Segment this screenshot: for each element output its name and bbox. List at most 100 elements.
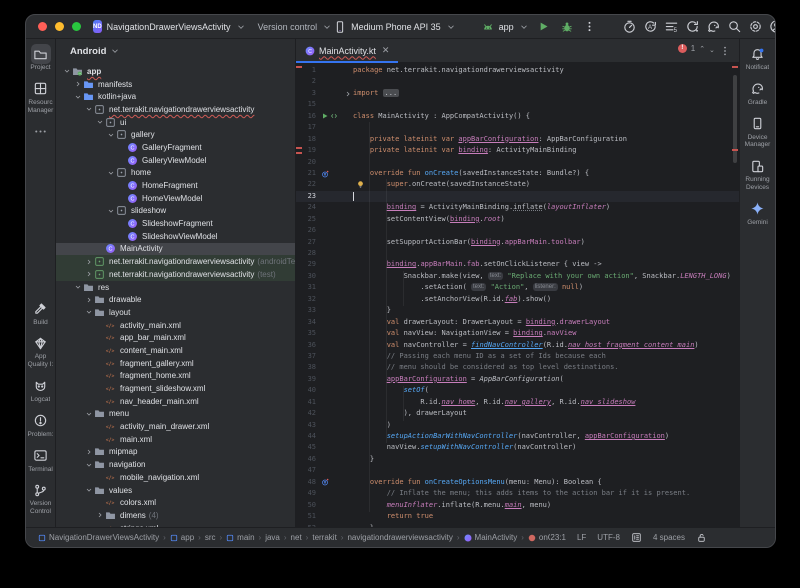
project-selector[interactable]: NavigationDrawerViewsActivity [107,22,246,32]
breadcrumb-mainactivity[interactable]: MainActivity [464,533,518,542]
chevron-down-icon[interactable] [84,105,93,113]
editor-options-button[interactable] [719,39,739,62]
tree-item-manifests[interactable]: manifests [56,78,295,91]
tree-item-homefragment[interactable]: CHomeFragment [56,179,295,192]
code-line-23[interactable]: 23 [296,191,739,202]
code-line-38[interactable]: 38 // menu should be considered as top l… [296,362,739,373]
tool-button-project[interactable]: Project [26,44,55,72]
status-4-spaces[interactable]: 4 spaces [653,533,685,542]
code-gutter-icon[interactable] [330,112,338,120]
project-view-selector[interactable]: Android [56,39,295,63]
code-line-44[interactable]: 44 setupActionBarWithNavController(navCo… [296,431,739,442]
override-gutter-icon[interactable] [321,478,329,486]
tree-item-res[interactable]: res [56,281,295,294]
override-gutter-icon[interactable] [321,170,329,178]
chevron-right-icon[interactable] [84,270,93,278]
tree-item-net-terrakit-navigationdrawerviewsactivity[interactable]: net.terrakit.navigationdrawerviewsactivi… [56,103,295,116]
tool-button-more[interactable] [26,121,55,141]
code-line-51[interactable]: 51 return true [296,511,739,522]
debug-button[interactable] [559,19,575,35]
build-variants-button[interactable]: 5 [664,19,680,35]
code-line-1[interactable]: 1package net.terrakit.navigationdrawervi… [296,65,739,76]
close-window-button[interactable] [38,22,47,31]
tool-button-gemini[interactable]: Gemini [740,199,775,227]
breadcrumb-main[interactable]: main [226,533,254,542]
chevron-down-icon[interactable] [73,283,82,291]
tree-item-navigation[interactable]: navigation [56,458,295,471]
settings-button[interactable] [748,19,764,35]
tree-item-main-xml[interactable]: </>main.xml [56,433,295,446]
code-line-29[interactable]: 29 binding.appBarMain.fab.setOnClickList… [296,259,739,270]
code-line-18[interactable]: 18 private lateinit var appBarConfigurat… [296,134,739,145]
sync-project-button[interactable] [685,19,701,35]
code-line-3[interactable]: 3import ... [296,88,739,99]
tab-mainactivity[interactable]: C MainActivity.kt ✕ [296,39,398,62]
breadcrumb-oncreate[interactable]: onCreate [528,533,550,542]
minimize-window-button[interactable] [55,22,64,31]
breadcrumb-net[interactable]: net [291,533,302,542]
breadcrumb-java[interactable]: java [265,533,280,542]
chevron-down-icon[interactable] [84,461,93,469]
breadcrumb-navigationdrawerviewsactivity[interactable]: navigationdrawerviewsactivity [347,533,452,542]
unlock-icon[interactable] [696,532,707,543]
tool-button-gradle[interactable]: Gradle [740,79,775,107]
previous-problem-button[interactable]: ⌃ [699,45,705,53]
tree-item-activity-main-drawer-xml[interactable]: </>activity_main_drawer.xml [56,420,295,433]
code-line-25[interactable]: 25 setContentView(binding.root) [296,214,739,225]
code-line-33[interactable]: 33 } [296,305,739,316]
code-line-48[interactable]: 48 override fun onCreateOptionsMenu(menu… [296,477,739,488]
tree-item-activity-main-xml[interactable]: </>activity_main.xml [56,319,295,332]
chevron-down-icon[interactable] [95,118,104,126]
vcs-widget[interactable]: Version control [258,22,333,32]
gradle-button[interactable] [706,19,722,35]
tree-item-drawable[interactable]: drawable [56,293,295,306]
chevron-right-icon[interactable] [84,448,93,456]
chevron-down-icon[interactable] [106,131,115,139]
tree-item-fragment-gallery-xml[interactable]: </>fragment_gallery.xml [56,357,295,370]
code-line-22[interactable]: 22 super.onCreate(savedInstanceState) [296,179,739,190]
tool-button-terminal[interactable]: Terminal [26,446,55,474]
tree-item-menu[interactable]: menu [56,408,295,421]
run-configuration-selector[interactable]: app [480,19,529,35]
tree-item-homeviewmodel[interactable]: CHomeViewModel [56,192,295,205]
code-line-41[interactable]: 41 R.id.nav_home, R.id.nav_gallery, R.id… [296,397,739,408]
intention-bulb-icon[interactable] [356,180,365,189]
fold-icon[interactable] [342,90,353,98]
tree-item-mobile-navigation-xml[interactable]: </>mobile_navigation.xml [56,471,295,484]
code-line-17[interactable]: 17 [296,122,739,133]
chevron-right-icon[interactable] [95,511,104,519]
code-line-15[interactable]: 15 [296,99,739,110]
status-utf-8[interactable]: UTF-8 [597,533,620,542]
account-button[interactable] [769,19,776,35]
tool-button-app-quality-insights[interactable]: App Quality I: [26,333,55,369]
breadcrumb-navigationdrawerviewsactivity[interactable]: NavigationDrawerViewsActivity [38,533,159,542]
code-line-36[interactable]: 36 val navController = findNavController… [296,340,739,351]
tree-item-app-bar-main-xml[interactable]: </>app_bar_main.xml [56,331,295,344]
device-selector[interactable]: Medium Phone API 35 [332,19,456,35]
error-stripe-mark[interactable] [732,66,738,68]
tree-item-dimens[interactable]: dimens(4) [56,509,295,522]
tree-item-app[interactable]: app [56,65,295,78]
code-line-46[interactable]: 46 } [296,454,739,465]
tree-item-colors-xml[interactable]: </>colors.xml [56,496,295,509]
tool-button-resource-manager[interactable]: Resourc Manager [26,79,55,115]
run-button[interactable] [536,19,552,35]
tool-button-notifications[interactable]: Notificat [740,44,775,72]
code-area[interactable]: 1package net.terrakit.navigationdrawervi… [296,63,739,527]
chevron-right-icon[interactable] [84,296,93,304]
code-line-32[interactable]: 32 .setAnchorView(R.id.fab).show() [296,294,739,305]
tree-item-slideshowviewmodel[interactable]: CSlideshowViewModel [56,230,295,243]
tree-item-gallery[interactable]: gallery [56,128,295,141]
chevron-down-icon[interactable] [84,410,93,418]
more-actions-button[interactable] [582,19,598,35]
tree-item-fragment-home-xml[interactable]: </>fragment_home.xml [56,370,295,383]
code-line-2[interactable]: 2 [296,76,739,87]
tree-item-nav-header-main-xml[interactable]: </>nav_header_main.xml [56,395,295,408]
chevron-down-icon[interactable] [73,93,82,101]
code-line-49[interactable]: 49 // Inflate the menu; this adds items … [296,488,739,499]
tree-item-net-terrakit-navigationdrawerviewsactivity[interactable]: net.terrakit.navigationdrawerviewsactivi… [56,255,295,268]
tool-button-logcat[interactable]: Logcat [26,376,55,404]
breadcrumb-terrakit[interactable]: terrakit [312,533,336,542]
status-23-1[interactable]: 23:1 [550,533,566,542]
tree-item-home[interactable]: home [56,167,295,180]
